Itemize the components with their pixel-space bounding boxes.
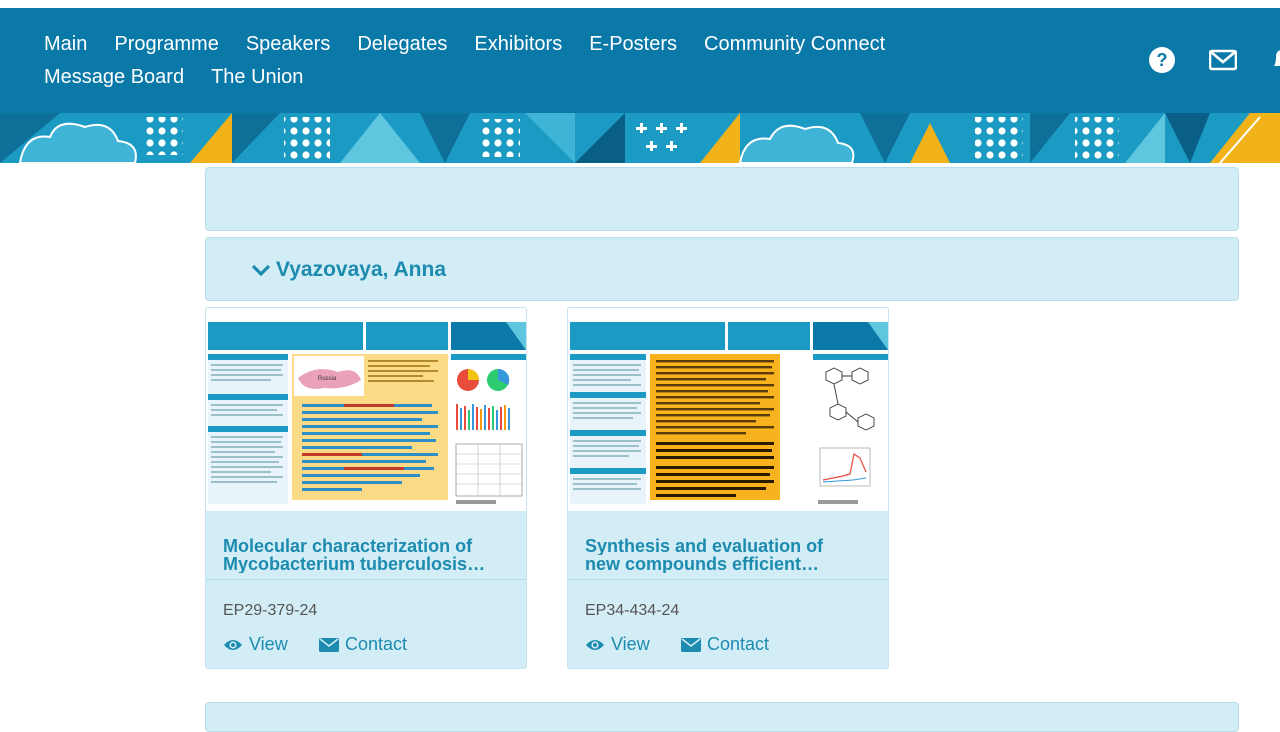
nav-row-primary: Main Programme Speakers Delegates Exhibi… — [44, 32, 885, 56]
card-divider — [206, 579, 526, 580]
author-accordion-header[interactable]: Vyazovaya, Anna — [205, 237, 1239, 301]
help-icon[interactable]: ? — [1148, 46, 1176, 74]
author-name: Vyazovaya, Anna — [276, 258, 447, 281]
poster-title-line-2: Mycobacterium tuberculosis… — [223, 555, 486, 573]
nav-community-connect[interactable]: Community Connect — [704, 32, 885, 56]
banner-pattern-graphic — [0, 113, 1280, 163]
nav-speakers[interactable]: Speakers — [246, 32, 331, 56]
poster-title-line-2: new compounds efficient… — [585, 555, 820, 573]
top-navbar: Main Programme Speakers Delegates Exhibi… — [0, 8, 1280, 113]
nav-message-board[interactable]: Message Board — [44, 65, 184, 89]
poster-title[interactable]: Molecular characterization of Mycobacter… — [223, 537, 515, 573]
nav-the-union[interactable]: The Union — [211, 65, 303, 89]
svg-text:?: ? — [1157, 50, 1168, 70]
nav-main[interactable]: Main — [44, 32, 87, 56]
poster-preview-graphic — [568, 308, 888, 511]
contact-label: Contact — [345, 634, 408, 654]
nav-exhibitors[interactable]: Exhibitors — [474, 32, 562, 56]
poster-title[interactable]: Synthesis and evaluation of new compound… — [585, 537, 877, 573]
eye-icon — [586, 639, 604, 650]
card-divider — [568, 579, 888, 580]
nav-row-secondary: Message Board The Union — [44, 65, 303, 89]
poster-title-line-1: Molecular characterization of — [223, 537, 473, 555]
poster-thumbnail[interactable] — [568, 308, 888, 511]
eye-icon — [224, 639, 242, 650]
contact-button[interactable]: Contact — [681, 634, 769, 655]
mail-icon[interactable] — [1209, 46, 1237, 74]
empty-panel — [205, 167, 1239, 231]
svg-text:Russia: Russia — [318, 376, 337, 382]
contact-label: Contact — [707, 634, 770, 654]
top-strip — [0, 0, 1280, 8]
nav-delegates[interactable]: Delegates — [357, 32, 447, 56]
poster-thumbnail[interactable]: Russia — [206, 308, 526, 511]
poster-card[interactable]: Russia Molecular characterization of Myc… — [205, 307, 527, 669]
nav-e-posters[interactable]: E-Posters — [589, 32, 677, 56]
poster-code: EP34-434-24 — [585, 602, 680, 619]
next-accordion-panel[interactable] — [205, 702, 1239, 732]
envelope-icon — [319, 637, 339, 652]
view-label: View — [249, 634, 288, 654]
nav-programme[interactable]: Programme — [114, 32, 218, 56]
envelope-icon — [681, 637, 701, 652]
poster-code: EP29-379-24 — [223, 602, 318, 619]
poster-title-line-1: Synthesis and evaluation of — [585, 537, 824, 555]
chevron-down-icon[interactable] — [250, 260, 272, 280]
poster-preview-graphic: Russia — [206, 308, 526, 511]
view-button[interactable]: View — [223, 634, 288, 655]
view-button[interactable]: View — [585, 634, 650, 655]
view-label: View — [611, 634, 650, 654]
decorative-banner — [0, 113, 1280, 163]
poster-card[interactable]: Synthesis and evaluation of new compound… — [567, 307, 889, 669]
notification-icon[interactable] — [1268, 46, 1280, 74]
contact-button[interactable]: Contact — [319, 634, 407, 655]
